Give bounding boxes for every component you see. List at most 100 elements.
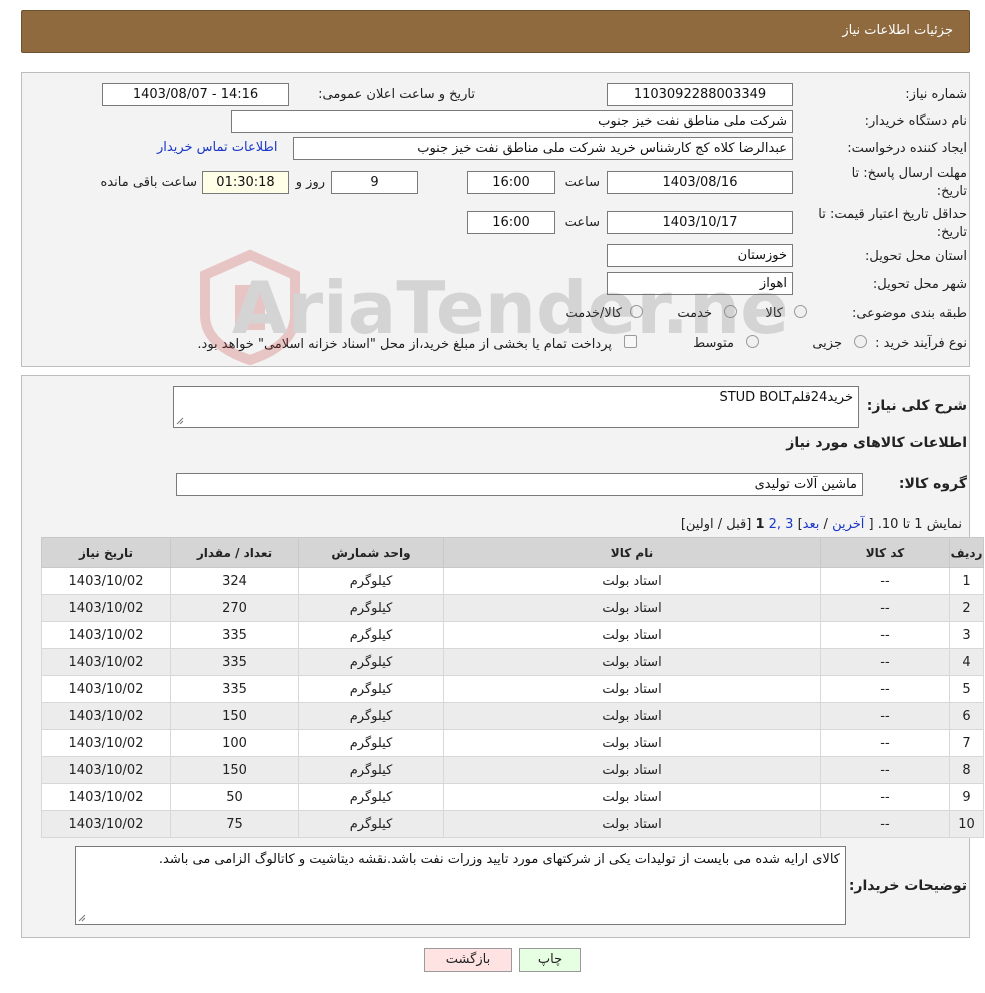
cell-row: 10 [949,810,984,838]
col-unit-header: واحد شمارش [298,537,444,568]
table-row: 3 -- استاد بولت کیلوگرم 335 1403/10/02 [41,621,984,649]
need-number-field: 1103092288003349 [607,83,793,106]
process-label: نوع فرآیند خرید : [875,336,967,351]
cell-date: 1403/10/02 [41,729,171,757]
cell-qty: 335 [170,648,299,676]
table-row: 4 -- استاد بولت کیلوگرم 335 1403/10/02 [41,648,984,676]
validity-label: حداقل تاریخ اعتبار قیمت: تا تاریخ: [818,207,967,240]
cell-qty: 150 [170,702,299,730]
cell-name: استاد بولت [443,621,821,649]
items-table: ردیف کد کالا نام کالا واحد شمارش تعداد /… [41,537,984,838]
category-both-radio[interactable] [630,305,643,318]
deadline-time-field: 16:00 [467,171,555,194]
pager-pages-link[interactable]: 3 ,2 [769,517,794,532]
table-row: 6 -- استاد بولت کیلوگرم 150 1403/10/02 [41,702,984,730]
cell-qty: 335 [170,675,299,703]
province-field: خوزستان [607,244,793,267]
group-field: ماشین آلات تولیدی [176,473,863,496]
city-field: اهواز [607,272,793,295]
cell-unit: کیلوگرم [298,567,444,595]
cell-code: -- [820,594,950,622]
back-button[interactable]: بازگشت [424,948,512,972]
city-label: شهر محل تحویل: [872,277,967,292]
process-minor-radio[interactable] [854,335,867,348]
cell-date: 1403/10/02 [41,756,171,784]
pager-separator: / [823,517,828,532]
print-button[interactable]: چاپ [519,948,581,972]
table-row: 8 -- استاد بولت کیلوگرم 150 1403/10/02 [41,756,984,784]
cell-row: 4 [949,648,984,676]
cell-unit: کیلوگرم [298,810,444,838]
resize-grip-icon[interactable] [78,914,86,922]
cell-code: -- [820,756,950,784]
cell-date: 1403/10/02 [41,810,171,838]
cell-unit: کیلوگرم [298,702,444,730]
category-service-label: خدمت [677,306,712,321]
creator-field: عبدالرضا کلاه کج کارشناس خرید شرکت ملی م… [293,137,793,160]
summary-label: شرح کلی نیاز: [866,398,967,414]
col-row-header: ردیف [949,537,984,568]
deadline-label: مهلت ارسال پاسخ: تا تاریخ: [851,166,967,199]
deadline-date-field: 1403/08/16 [607,171,793,194]
pager-last-link[interactable]: آخرین [832,517,864,532]
creator-label: ایجاد کننده درخواست: [847,141,967,156]
summary-textarea[interactable]: خرید24قلمSTUD BOLT [173,386,859,428]
days-label: روز و [295,175,325,190]
cell-unit: کیلوگرم [298,783,444,811]
cell-date: 1403/10/02 [41,783,171,811]
process-medium-label: متوسط [693,336,734,351]
cell-qty: 335 [170,621,299,649]
cell-name: استاد بولت [443,783,821,811]
process-minor-label: جزیی [812,336,842,351]
cell-unit: کیلوگرم [298,729,444,757]
cell-date: 1403/10/02 [41,702,171,730]
table-row: 2 -- استاد بولت کیلوگرم 270 1403/10/02 [41,594,984,622]
pager-current: 1 [755,517,765,532]
cell-name: استاد بولت [443,648,821,676]
category-service-radio[interactable] [724,305,737,318]
validity-time-label: ساعت [564,215,600,230]
category-goods-radio[interactable] [794,305,807,318]
cell-code: -- [820,621,950,649]
cell-qty: 270 [170,594,299,622]
pager-summary: نمایش 1 تا 10. [877,517,962,532]
pager-next-link[interactable]: بعد [803,517,820,532]
province-label: استان محل تحویل: [865,249,967,264]
col-qty-header: تعداد / مقدار [170,537,299,568]
cell-qty: 150 [170,756,299,784]
remaining-time-field: 01:30:18 [202,171,289,194]
cell-qty: 75 [170,810,299,838]
page-title: جزئیات اطلاعات نیاز [842,23,953,38]
cell-unit: کیلوگرم [298,756,444,784]
cell-unit: کیلوگرم [298,594,444,622]
pager-open-bracket: [ [868,517,874,532]
cell-name: استاد بولت [443,675,821,703]
buyer-notes-text: کالای ارایه شده می بایست از تولیدات یکی … [158,852,840,867]
cell-row: 6 [949,702,984,730]
buyer-notes-textarea[interactable]: کالای ارایه شده می بایست از تولیدات یکی … [75,846,846,925]
cell-code: -- [820,729,950,757]
col-date-header: تاریخ نیاز [41,537,171,568]
cell-qty: 324 [170,567,299,595]
buyer-org-label: نام دستگاه خریدار: [864,114,967,129]
resize-grip-icon[interactable] [176,417,184,425]
goods-heading: اطلاعات کالاهای مورد نیاز [786,435,967,451]
remaining-label: ساعت باقی مانده [100,175,197,190]
cell-code: -- [820,567,950,595]
treasury-checkbox[interactable] [624,335,637,348]
cell-code: -- [820,810,950,838]
table-header-row: ردیف کد کالا نام کالا واحد شمارش تعداد /… [41,537,984,568]
cell-name: استاد بولت [443,729,821,757]
cell-name: استاد بولت [443,702,821,730]
buyer-notes-label: توضیحات خریدار: [848,878,967,894]
pager-prev-first: [قبل / اولین] [680,517,752,532]
cell-name: استاد بولت [443,810,821,838]
table-row: 1 -- استاد بولت کیلوگرم 324 1403/10/02 [41,567,984,595]
category-goods-label: کالا [765,306,783,321]
cell-row: 3 [949,621,984,649]
days-remaining-field: 9 [331,171,418,194]
cell-name: استاد بولت [443,567,821,595]
cell-qty: 100 [170,729,299,757]
buyer-contact-link[interactable]: اطلاعات تماس خریدار [157,140,277,155]
process-medium-radio[interactable] [746,335,759,348]
